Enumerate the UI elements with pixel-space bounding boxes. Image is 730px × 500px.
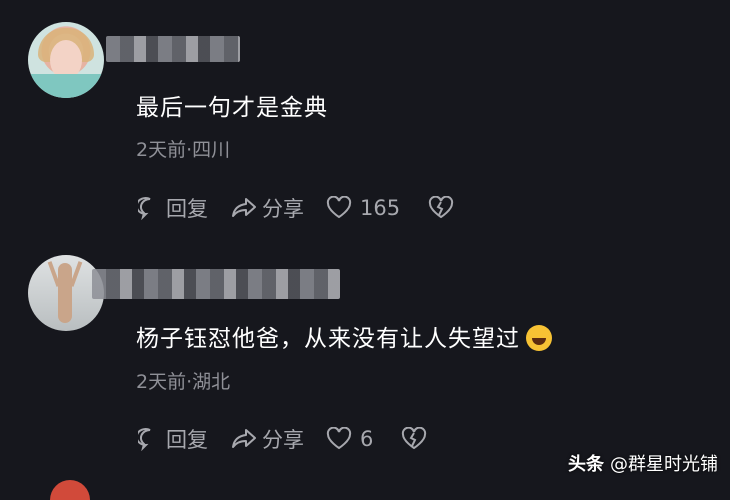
- comment-actions: 回复 分享 6: [138, 424, 453, 454]
- share-icon: [232, 429, 256, 448]
- reply-label: 回复: [166, 428, 208, 452]
- avatar[interactable]: [28, 22, 104, 98]
- dislike-button[interactable]: [401, 427, 431, 451]
- share-label: 分享: [262, 428, 304, 452]
- reply-label: 回复: [166, 197, 208, 221]
- username-redacted: [92, 269, 340, 299]
- reply-button[interactable]: 回复: [138, 193, 208, 223]
- like-count: 165: [360, 196, 401, 220]
- heart-icon: [326, 196, 352, 219]
- comment-text: 杨子钰怼他爸，从来没有让人失望过: [136, 319, 552, 353]
- like-count: 6: [360, 427, 374, 451]
- comment-text: 最后一句才是金典: [136, 95, 328, 121]
- reply-icon: [138, 197, 151, 220]
- dislike-button[interactable]: [428, 196, 458, 220]
- watermark-brand: 头条: [568, 454, 604, 475]
- like-button[interactable]: 165: [326, 196, 400, 220]
- share-button[interactable]: 分享: [230, 424, 304, 454]
- share-icon: [232, 198, 256, 217]
- comment-text-content: 杨子钰怼他爸，从来没有让人失望过: [136, 326, 520, 352]
- reply-icon: [138, 428, 151, 451]
- comment-meta: 2天前·湖北: [136, 371, 231, 393]
- dislike-icon: [428, 196, 454, 219]
- watermark: 头条 @群星时光铺: [568, 450, 718, 476]
- comment-actions: 回复 分享 165: [138, 193, 480, 223]
- watermark-account: @群星时光铺: [610, 454, 718, 475]
- share-button[interactable]: 分享: [230, 193, 304, 223]
- comment-meta: 2天前·四川: [136, 139, 231, 161]
- share-label: 分享: [262, 197, 304, 221]
- like-button[interactable]: 6: [326, 427, 373, 451]
- rolling-laughing-emoji: [526, 325, 552, 351]
- username-redacted: [106, 36, 240, 62]
- dislike-icon: [402, 427, 427, 450]
- reply-button[interactable]: 回复: [138, 424, 208, 454]
- heart-icon: [326, 427, 352, 450]
- comment-item: 最后一句才是金典 2天前·四川 回复 分享 165: [0, 0, 730, 245]
